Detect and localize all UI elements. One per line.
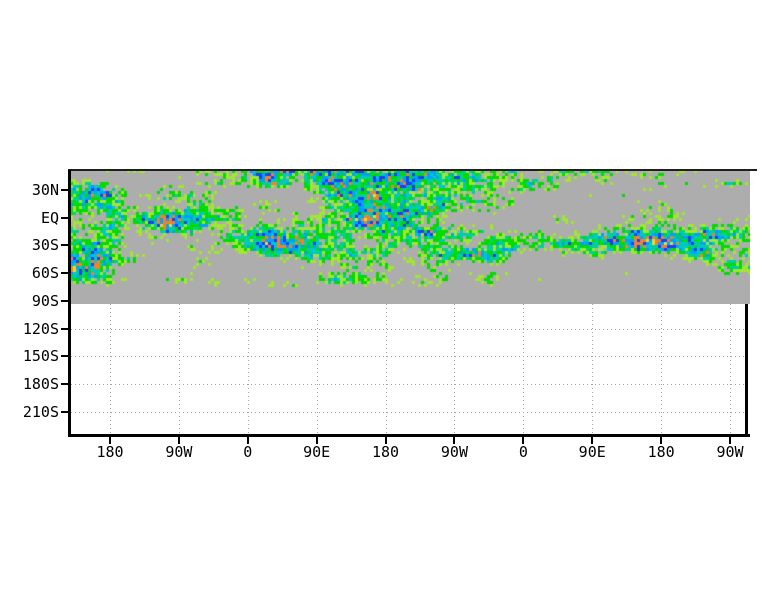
field-canvas: [70, 170, 750, 304]
y-axis-tick-label: 150S: [22, 347, 59, 366]
y-axis-tick: [61, 355, 68, 358]
x-axis-tick-label: 180: [372, 443, 400, 461]
x-axis-tick-label: 180: [647, 443, 675, 461]
x-axis-tick-label: 90E: [578, 443, 606, 461]
gridlines: [71, 304, 745, 434]
y-axis-tick: [61, 382, 68, 385]
x-axis-tick-label: 90W: [440, 443, 468, 461]
y-axis-tick: [61, 272, 68, 275]
x-axis-tick-label: 0: [518, 443, 528, 461]
x-axis-tick-label: 180: [96, 443, 124, 461]
chart: 180 90W 0 90E 180 90W 0 90E 180 90W 30N EQ 30S 60S 90…: [0, 0, 784, 612]
y-axis-tick: [61, 244, 68, 247]
y-axis-tick: [61, 216, 68, 219]
y-axis-tick: [61, 327, 68, 330]
y-axis-tick-label: 60S: [31, 264, 59, 283]
y-axis-tick: [61, 410, 68, 413]
y-axis-tick: [61, 299, 68, 302]
y-axis-tick-label: 90S: [31, 291, 59, 310]
plot-frame-top: [68, 169, 757, 171]
y-axis-tick-label: 180S: [22, 374, 59, 393]
x-axis-tick-label: 90W: [716, 443, 744, 461]
plot-frame-left: [68, 170, 71, 437]
y-axis-tick-label: 120S: [22, 319, 59, 338]
y-axis-tick: [61, 189, 68, 191]
x-axis-tick-label: 0: [243, 443, 253, 461]
x-axis-tick-label: 90W: [165, 443, 193, 461]
y-axis-tick-label: EQ: [40, 208, 59, 227]
y-axis-tick-label: 210S: [22, 402, 59, 421]
y-axis-tick-label: 30S: [31, 236, 59, 255]
plot-frame-bottom: [68, 434, 750, 437]
y-axis-tick-label: 30N: [31, 181, 59, 199]
x-axis-tick-label: 90E: [303, 443, 331, 461]
